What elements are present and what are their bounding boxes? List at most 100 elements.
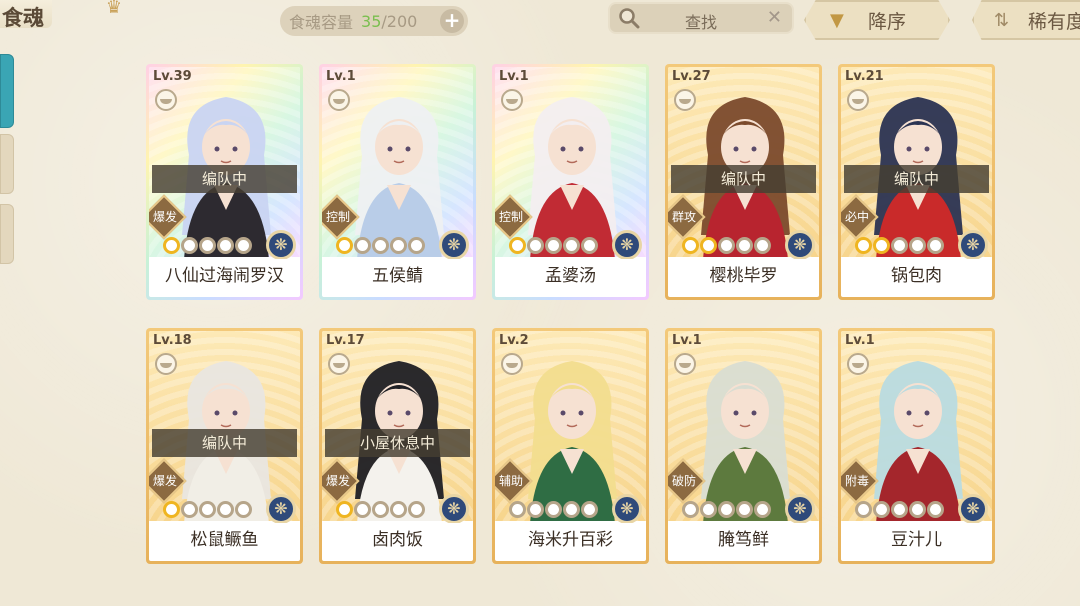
star-icon xyxy=(509,501,526,518)
bowl-icon xyxy=(155,89,177,111)
sort-arrows-icon: ⇅ xyxy=(994,9,1010,31)
level-label: Lv.17 xyxy=(326,333,365,348)
star-icon xyxy=(736,237,753,254)
star-icon xyxy=(700,501,717,518)
role-label: 爆发 xyxy=(152,210,177,224)
role-label: 辅助 xyxy=(498,474,523,488)
side-tab-3[interactable] xyxy=(0,204,14,264)
star-icon xyxy=(718,237,735,254)
role-label: 群攻 xyxy=(671,210,696,224)
emblem-icon: ❋ xyxy=(958,494,988,524)
sort-rarity-label: 稀有度 xyxy=(1028,10,1080,33)
star-icon xyxy=(390,501,407,518)
sort-rarity-button[interactable]: ⇅ 稀有度 xyxy=(972,0,1080,40)
star-icon xyxy=(891,501,908,518)
emblem-icon: ❋ xyxy=(958,230,988,260)
star-icon xyxy=(509,237,526,254)
food-soul-card[interactable]: Lv.1 控制 ❋ 五侯鲭 xyxy=(319,64,476,300)
food-soul-name: 樱桃毕罗 xyxy=(668,259,819,293)
star-icon xyxy=(754,501,771,518)
food-soul-name: 豆汁儿 xyxy=(841,523,992,557)
card-body: Lv.2 辅助 ❋ 海米升百彩 xyxy=(495,331,646,561)
star-icon xyxy=(873,501,890,518)
star-icon xyxy=(199,501,216,518)
character-illustration xyxy=(355,97,444,257)
side-tab-2[interactable] xyxy=(0,134,14,194)
food-soul-name: 卤肉饭 xyxy=(322,523,473,557)
bowl-icon xyxy=(501,353,523,375)
level-label: Lv.18 xyxy=(153,333,192,348)
food-soul-card[interactable]: Lv.39 编队中 爆发 ❋ 八仙过海闹罗汉 xyxy=(146,64,303,300)
search-button[interactable]: 查找 ✕ xyxy=(608,2,794,34)
star-icon xyxy=(581,237,598,254)
card-body: Lv.18 编队中 爆发 ❋ 松鼠鳜鱼 xyxy=(149,331,300,561)
status-label: 编队中 xyxy=(844,165,989,193)
sort-order-button[interactable]: ▼ 降序 xyxy=(804,0,950,40)
bowl-icon xyxy=(674,353,696,375)
bowl-icon xyxy=(328,353,350,375)
food-soul-card[interactable]: Lv.17 小屋休息中 爆发 ❋ 卤肉饭 xyxy=(319,328,476,564)
star-icon xyxy=(700,237,717,254)
side-tab-1[interactable] xyxy=(0,54,14,128)
food-soul-card[interactable]: Lv.1 附毒 ❋ 豆汁儿 xyxy=(838,328,995,564)
bowl-icon xyxy=(155,353,177,375)
star-icon xyxy=(909,501,926,518)
emblem-icon: ❋ xyxy=(266,230,296,260)
star-icon xyxy=(927,237,944,254)
food-soul-card[interactable]: Lv.2 辅助 ❋ 海米升百彩 xyxy=(492,328,649,564)
status-label: 小屋休息中 xyxy=(325,429,470,457)
food-soul-name: 五侯鲭 xyxy=(322,259,473,293)
star-icon xyxy=(682,501,699,518)
star-icon xyxy=(736,501,753,518)
food-soul-name: 锅包肉 xyxy=(841,259,992,293)
bowl-icon xyxy=(674,89,696,111)
card-body: Lv.27 编队中 群攻 ❋ 樱桃毕罗 xyxy=(668,67,819,297)
star-icon xyxy=(927,501,944,518)
status-label: 编队中 xyxy=(152,165,297,193)
food-soul-name: 孟婆汤 xyxy=(495,259,646,293)
food-soul-card[interactable]: Lv.27 编队中 群攻 ❋ 樱桃毕罗 xyxy=(665,64,822,300)
food-soul-card[interactable]: Lv.1 破防 ❋ 腌笃鲜 xyxy=(665,328,822,564)
star-icon xyxy=(199,237,216,254)
card-body: Lv.1 控制 ❋ 五侯鲭 xyxy=(322,67,473,297)
card-body: Lv.21 编队中必中 ❋ 锅包肉 xyxy=(841,67,992,297)
food-soul-card[interactable]: Lv.21 编队中必中 ❋ 锅包肉 xyxy=(838,64,995,300)
character-illustration xyxy=(528,361,617,521)
emblem-icon: ❋ xyxy=(785,494,815,524)
star-icon xyxy=(372,237,389,254)
food-soul-name: 海米升百彩 xyxy=(495,523,646,557)
star-rating xyxy=(682,501,771,518)
star-icon xyxy=(563,237,580,254)
character-illustration xyxy=(874,361,963,521)
star-rating xyxy=(855,501,944,518)
card-body: Lv.39 编队中 爆发 ❋ 八仙过海闹罗汉 xyxy=(149,67,300,297)
star-icon xyxy=(235,237,252,254)
level-label: Lv.27 xyxy=(672,69,711,84)
level-label: Lv.21 xyxy=(845,69,884,84)
level-label: Lv.1 xyxy=(499,69,529,84)
star-icon xyxy=(217,237,234,254)
capacity-label: 食魂容量 xyxy=(289,13,354,32)
star-icon xyxy=(390,237,407,254)
food-soul-card[interactable]: Lv.18 编队中 爆发 ❋ 松鼠鳜鱼 xyxy=(146,328,303,564)
role-label: 必中 xyxy=(844,210,869,224)
close-icon[interactable]: ✕ xyxy=(767,7,782,28)
add-capacity-button[interactable]: + xyxy=(440,9,464,33)
food-soul-card[interactable]: Lv.1 控制 ❋ 孟婆汤 xyxy=(492,64,649,300)
star-icon xyxy=(527,501,544,518)
page-title: 食魂 xyxy=(0,0,52,30)
food-soul-name: 腌笃鲜 xyxy=(668,523,819,557)
emblem-icon: ❋ xyxy=(612,494,642,524)
food-soul-grid: Lv.39 编队中 爆发 ❋ 八仙过海闹罗汉 Lv.1 控制 ❋ 五侯鲭 Lv.1 控制 ❋ 孟婆汤 Lv… xyxy=(146,64,996,564)
star-icon xyxy=(873,237,890,254)
star-icon xyxy=(408,237,425,254)
star-rating xyxy=(163,501,252,518)
role-label: 控制 xyxy=(498,210,523,224)
star-icon xyxy=(181,237,198,254)
star-icon xyxy=(354,237,371,254)
emblem-icon: ❋ xyxy=(785,230,815,260)
card-body: Lv.1 附毒 ❋ 豆汁儿 xyxy=(841,331,992,561)
emblem-icon: ❋ xyxy=(612,230,642,260)
star-rating xyxy=(682,237,771,254)
star-icon xyxy=(855,501,872,518)
